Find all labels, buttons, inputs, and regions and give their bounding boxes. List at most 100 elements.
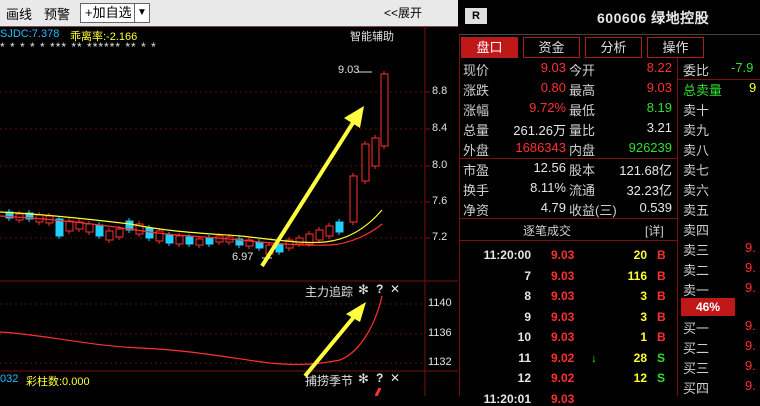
trade-volume: 3 — [640, 309, 647, 324]
quote-label: 换手 — [463, 183, 490, 198]
high-price-label: 9.03 — [338, 64, 360, 76]
margin-badge: R — [465, 8, 487, 24]
trade-side: B — [657, 309, 666, 324]
color-bar — [374, 387, 382, 396]
trade-time: 10 — [517, 330, 531, 344]
commit-ratio-label: 委比 — [683, 63, 710, 78]
trade-price: 9.03 — [551, 391, 575, 406]
trade-time: 11 — [518, 350, 531, 365]
quote-value: 1686343 — [515, 140, 566, 155]
quote-value: 0.80 — [540, 80, 566, 95]
trade-side: B — [657, 248, 666, 262]
sell-level-label: 卖八 — [683, 143, 710, 158]
smart-assist-label[interactable]: 智能辅助 — [350, 28, 394, 44]
trade-price: 9.02 — [551, 350, 575, 365]
add-watchlist-button[interactable]: +加自选 — [80, 3, 137, 23]
chevron-down-icon[interactable]: ▼ — [134, 3, 150, 23]
candle — [295, 237, 304, 245]
candle — [361, 143, 370, 182]
close-icon[interactable]: ✕ — [390, 282, 400, 296]
candle — [255, 241, 264, 249]
quote-label: 流通 — [569, 183, 596, 198]
tab-analysis[interactable]: 分析 — [585, 37, 642, 58]
trade-volume: 116 — [627, 268, 647, 283]
sell-level-label: 卖二 — [683, 263, 710, 278]
close-icon[interactable]: ✕ — [390, 371, 400, 385]
sell-level-label: 卖十 — [683, 103, 710, 118]
panel2-tick: 1132 — [428, 356, 452, 368]
quote-label: 总量 — [463, 123, 490, 138]
help-icon[interactable]: ? — [376, 371, 383, 385]
help-icon[interactable]: ? — [376, 282, 383, 296]
quote-value: 3.21 — [646, 120, 672, 135]
quote-value: 261.26万 — [513, 123, 566, 138]
tab-pankou[interactable]: 盘口 — [461, 37, 518, 58]
trade-time: 9 — [524, 309, 531, 324]
gear-icon[interactable]: ✻ — [358, 371, 369, 387]
trade-side: B — [657, 289, 666, 303]
trade-price: 9.02 — [551, 371, 575, 385]
trades-detail-button[interactable]: [详] — [645, 222, 664, 239]
quote-label: 涨幅 — [463, 103, 490, 118]
color-bar-count: 彩柱数:0.000 — [26, 376, 90, 388]
kline-svg[interactable] — [0, 26, 458, 396]
bid-ask-ratio-bar: 46% — [681, 298, 735, 316]
y-tick: 8.4 — [432, 122, 448, 134]
tab-operation[interactable]: 操作 — [647, 37, 704, 58]
quote-label: 量比 — [569, 123, 596, 138]
trade-time: 12 — [517, 371, 531, 385]
trade-volume: 20 — [633, 248, 647, 262]
quote-panel: R 600606 绿地控股 盘口 资金 分析 操作 现价 9.03 今开 8.22 涨跌… — [459, 0, 760, 406]
sell-level-label: 卖九 — [683, 123, 710, 138]
panel2-tick: 1136 — [428, 327, 452, 339]
candle — [55, 218, 64, 237]
quote-label: 市盈 — [463, 163, 490, 178]
quote-value: 4.79 — [540, 200, 566, 215]
candle — [195, 238, 204, 246]
quote-label: 收益(三) — [569, 203, 617, 218]
quote-label: 最低 — [569, 103, 596, 118]
quote-value: 32.23亿 — [626, 183, 672, 198]
candle — [85, 223, 94, 233]
trade-price: 9.03 — [551, 248, 575, 262]
trade-price: 9.03 — [551, 289, 575, 303]
kline-chart[interactable]: SJDC:7.378 乖离率:-2.166 智能辅助 * * * * * ***… — [0, 26, 458, 396]
total-sell-label: 总卖量 — [683, 83, 723, 98]
trade-side: S — [657, 350, 666, 365]
sell-level-label: 卖七 — [683, 163, 710, 178]
buy-level-price: 9. — [745, 358, 756, 373]
quote-value: 9.03 — [646, 80, 672, 95]
candle — [95, 224, 104, 237]
quote-label: 股本 — [569, 163, 596, 178]
trade-time: 11:20:01 — [483, 391, 531, 406]
panel3-left-value: 032 — [0, 373, 19, 385]
sjdc-indicator: SJDC:7.378 — [0, 28, 60, 40]
draw-line-button[interactable]: 画线 — [6, 4, 32, 23]
candle — [105, 230, 114, 241]
candle — [175, 235, 184, 245]
buy-level-price: 9. — [745, 378, 756, 393]
quote-value: 0.539 — [639, 200, 672, 215]
quote-label: 外盘 — [463, 143, 490, 158]
buy-level-label: 买一 — [683, 321, 710, 336]
quote-label: 涨跌 — [463, 83, 490, 98]
trade-side: B — [657, 268, 666, 283]
candle — [165, 234, 174, 244]
tab-funds[interactable]: 资金 — [523, 37, 580, 58]
alert-button[interactable]: 预警 — [44, 4, 70, 23]
candle — [315, 229, 324, 241]
trade-direction-icon: ↓ — [591, 350, 597, 365]
buy-level-price: 9. — [745, 338, 756, 353]
stock-title: 600606 绿地控股 — [597, 10, 710, 26]
quote-label: 净资 — [463, 203, 490, 218]
trade-volume: 28 — [633, 350, 647, 365]
commit-ratio-value: -7.9 — [731, 60, 754, 75]
candle — [185, 236, 194, 245]
trade-time: 8 — [524, 289, 531, 303]
gear-icon[interactable]: ✻ — [358, 282, 369, 298]
trade-price: 9.03 — [551, 330, 575, 344]
expand-button[interactable]: <<展开 — [384, 4, 422, 21]
chart-toolbar: 画线 预警 +加自选 ▼ <<展开 — [0, 0, 458, 27]
fishing-season-title: 捕捞季节 — [305, 374, 354, 388]
low-price-label: 6.97 — [232, 251, 254, 263]
